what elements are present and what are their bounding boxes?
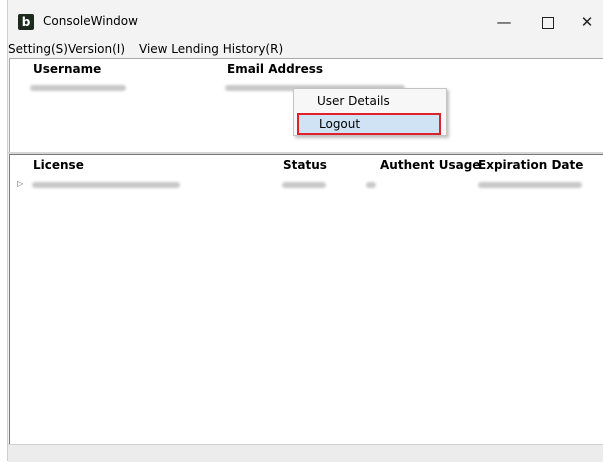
menu-version[interactable]: Version(I) <box>68 42 125 56</box>
menu-bar: Setting(S) Version(I) View Lending Histo… <box>8 40 603 58</box>
redacted-usage <box>366 182 376 188</box>
redacted-expiration <box>478 182 582 188</box>
minimize-button[interactable]: — <box>482 8 526 36</box>
column-header-expiration-date[interactable]: Expiration Date <box>478 158 583 172</box>
app-logo-icon: b <box>18 14 34 30</box>
maximize-icon <box>542 16 554 29</box>
title-bar[interactable]: b ConsoleWindow — ✕ <box>8 0 603 40</box>
menu-item-user-details[interactable]: User Details <box>299 92 438 110</box>
column-header-authent-usage[interactable]: Authent Usage <box>380 158 480 172</box>
menu-view-lending-history[interactable]: View Lending History(R) <box>139 42 283 56</box>
redacted-license <box>32 182 180 188</box>
column-header-username[interactable]: Username <box>33 62 101 76</box>
column-header-status[interactable]: Status <box>283 158 327 172</box>
redacted-status <box>282 182 326 188</box>
expand-arrow-icon[interactable]: ▷ <box>17 179 23 188</box>
column-header-email[interactable]: Email Address <box>227 62 323 76</box>
license-list[interactable]: License Status Authent Usage Expiration … <box>9 154 603 445</box>
console-window: b ConsoleWindow — ✕ Setting(S) Version(I… <box>7 0 603 462</box>
context-menu: User Details Logout <box>293 88 447 136</box>
status-bar <box>8 444 603 462</box>
redacted-username <box>30 85 126 91</box>
menu-item-logout[interactable]: Logout <box>297 113 441 135</box>
window-title: ConsoleWindow <box>43 14 138 28</box>
menu-setting[interactable]: Setting(S) <box>8 42 68 56</box>
close-button[interactable]: ✕ <box>570 8 603 36</box>
maximize-button[interactable] <box>526 8 570 36</box>
column-header-license[interactable]: License <box>33 158 84 172</box>
